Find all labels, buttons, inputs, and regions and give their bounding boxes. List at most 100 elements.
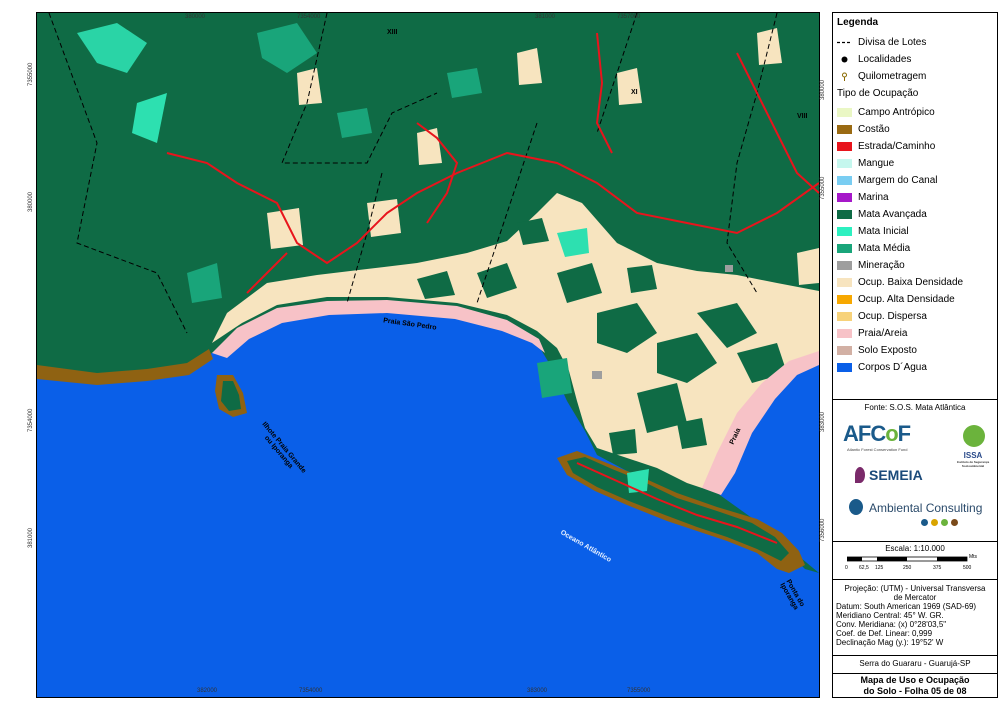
projection-line-6: Coef. de Def. Linear: 0,999 [836, 629, 933, 638]
legend-swatch [837, 141, 852, 151]
legend-class-label: Ocup. Dispersa [858, 310, 927, 322]
legend-swatch [837, 328, 852, 338]
afcof-logo: AFCoF [843, 421, 911, 446]
coord-bottom-1: 382000 [197, 688, 218, 694]
legend-class-item: Mineração [837, 258, 905, 272]
legend-swatch [837, 107, 852, 117]
legend-item-quilometragem: Quilometragem [837, 69, 926, 83]
coord-right-4: 7356000 [820, 518, 826, 542]
coord-top-2: 7354000 [297, 14, 321, 20]
projection-line-4: Meridiano Central: 45° W. GR. [836, 611, 944, 620]
location-section: Serra do Guararu - Guarujá-SP [833, 655, 997, 674]
legend-panel: Legenda Divisa de Lotes Localidades Quil… [832, 12, 998, 698]
legend-swatch [837, 192, 852, 202]
projection-section: Projeção: (UTM) - Universal Transversa d… [833, 579, 997, 656]
map-title-line-2: do Solo - Folha 05 de 08 [863, 686, 967, 696]
coord-top-4: 7357000 [617, 14, 641, 20]
scale-bar [847, 556, 968, 562]
scale-tick: 250 [903, 565, 912, 571]
coord-bottom-2: 7354000 [299, 688, 323, 694]
scale-unit: Mts [969, 554, 978, 560]
legend-class-label: Costão [858, 123, 890, 135]
dashed-line-icon [837, 41, 852, 43]
legend-title: Legenda [837, 17, 879, 28]
legend-class-label: Mata Inicial [858, 225, 909, 237]
km-marker-icon [842, 72, 847, 81]
legend-class-item: Costão [837, 122, 890, 136]
legend-swatch [837, 277, 852, 287]
legend-class-item: Marina [837, 190, 889, 204]
legend-swatch [837, 362, 852, 372]
legend-class-label: Corpos D´Agua [858, 361, 927, 373]
legend-class-label: Praia/Areia [858, 327, 908, 339]
legend-item-divisa: Divisa de Lotes [837, 35, 926, 49]
legend-swatch [837, 345, 852, 355]
scale-label: Escala: 1:10.000 [885, 544, 945, 553]
legend-swatch [837, 209, 852, 219]
scale-tick: 375 [933, 565, 942, 571]
legend-class-item: Mangue [837, 156, 894, 170]
semeia-logo: SEMEIA [869, 467, 923, 483]
legend-class-item: Mata Média [837, 241, 910, 255]
legend-class-item: Mata Avançada [837, 207, 927, 221]
legend-class-label: Ocup. Baixa Densidade [858, 276, 964, 288]
legend-class-item: Praia/Areia [837, 326, 907, 340]
coord-bottom-3: 383000 [527, 688, 548, 694]
scale-tick: 500 [963, 565, 972, 571]
legend-class-label: Marina [858, 191, 889, 203]
legend-class-label: Mangue [858, 157, 895, 169]
coord-bottom-4: 7355000 [627, 688, 651, 694]
legend-class-item: Solo Exposto [837, 343, 917, 357]
location-text: Serra do Guararu - Guarujá-SP [859, 659, 971, 668]
legend-class-item: Ocup. Baixa Densidade [837, 275, 963, 289]
dot-icon [841, 56, 848, 62]
logos-section: AFCoF Atlantic Forest Conservation Fund … [833, 415, 997, 542]
afcof-subtitle: Atlantic Forest Conservation Fund [847, 447, 908, 452]
issa-name: ISSA [963, 451, 983, 460]
legend-item-label: Divisa de Lotes [858, 36, 927, 48]
scale-tick: 0 [845, 565, 848, 571]
semeia-leaf-icon [855, 467, 865, 483]
legend-class-label: Mata Avançada [858, 208, 927, 220]
issa-tree-icon [963, 425, 985, 447]
legend-class-label: Mata Média [858, 242, 911, 254]
legend-swatch [837, 294, 852, 304]
source-text: Fonte: S.O.S. Mata Atlântica [864, 403, 966, 412]
lot-label-xiii: XIII [387, 29, 398, 36]
legend-swatch [837, 226, 852, 236]
legend-item-label: Localidades [858, 53, 912, 65]
legend-swatch [837, 243, 852, 253]
projection-line-7: Declinação Mag (y.): 19°52' W [836, 638, 944, 647]
map-title-line-1: Mapa de Uso e Ocupação [860, 675, 970, 685]
legend-section: Legenda Divisa de Lotes Localidades Quil… [833, 13, 997, 412]
legend-swatch [837, 158, 852, 168]
legend-class-item: Estrada/Caminho [837, 139, 935, 153]
legend-class-label: Mineração [858, 259, 905, 271]
projection-line-5: Conv. Meridiana: (x) 0°28'03,5" [836, 620, 947, 629]
legend-class-item: Margem do Canal [837, 173, 937, 187]
coord-right-3: 383000 [820, 411, 826, 432]
legend-class-item: Campo Antrópico [837, 105, 935, 119]
legend-subtitle: Tipo de Ocupação [837, 88, 919, 99]
legend-class-item: Corpos D´Agua [837, 360, 927, 374]
coord-left-3: 7354000 [28, 408, 34, 432]
legend-item-localidades: Localidades [837, 52, 911, 66]
coord-right-1: 380000 [820, 79, 826, 100]
legend-class-label: Ocup. Alta Densidade [858, 293, 955, 305]
land-use-map[interactable] [37, 13, 819, 697]
projection-line-1: Projeção: (UTM) - Universal Transversa [844, 584, 986, 593]
coord-right-2: 7355000 [820, 176, 826, 200]
coord-top-3: 381000 [535, 14, 556, 20]
legend-class-label: Estrada/Caminho [858, 140, 936, 152]
scale-tick: 125 [875, 565, 884, 571]
legend-swatch [837, 124, 852, 134]
legend-swatch [837, 311, 852, 321]
ambiental-dots-icon [921, 519, 958, 526]
issa-subtitle: Instituto de Segurança Socioambiental [956, 460, 990, 468]
legend-item-label: Quilometragem [858, 70, 927, 82]
map-frame[interactable]: 380000 7354000 381000 7357000 382000 735… [36, 12, 820, 698]
legend-class-label: Margem do Canal [858, 174, 938, 186]
scale-section: Escala: 1:10.000 0 62,5 125 250 375 500 … [833, 541, 997, 580]
legend-class-item: Ocup. Dispersa [837, 309, 927, 323]
coord-left-1: 7355000 [28, 62, 34, 86]
